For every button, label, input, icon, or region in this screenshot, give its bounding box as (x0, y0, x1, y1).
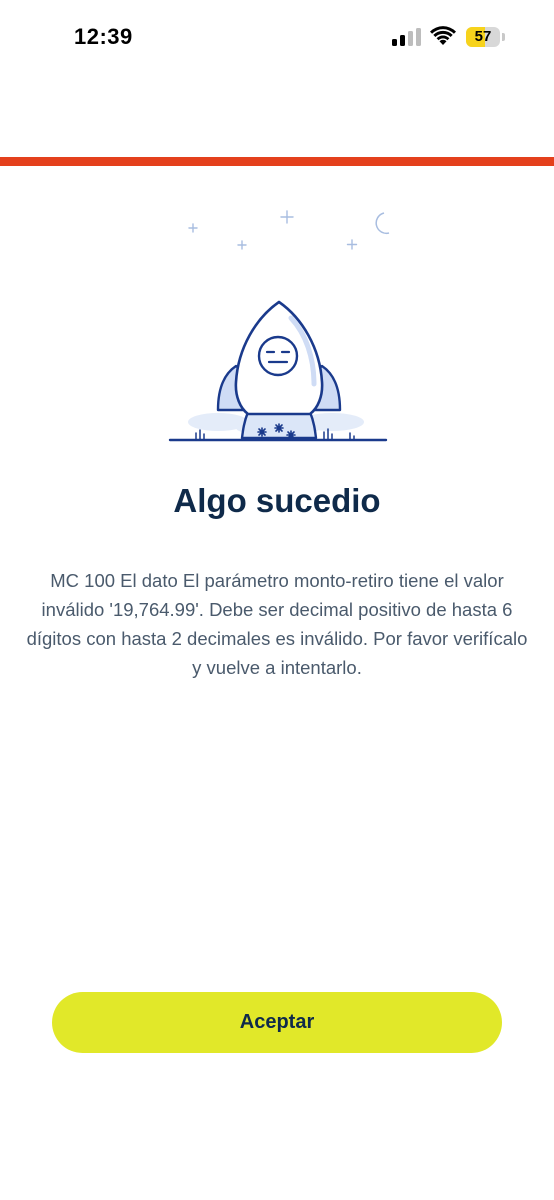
progress-accent-line (0, 157, 554, 166)
page-title: Algo sucedio (173, 482, 381, 519)
status-bar: 12:39 57 (0, 0, 554, 80)
cellular-signal-icon (392, 28, 421, 46)
status-time: 12:39 (74, 24, 133, 49)
wifi-icon (430, 26, 456, 45)
accept-button[interactable]: Aceptar (52, 992, 502, 1053)
moon-icon (375, 212, 390, 235)
battery-charging-icon: 57 (466, 27, 506, 47)
battery-percent: 57 (474, 28, 492, 45)
error-message: MC 100 El dato El parámetro monto-retiro… (26, 570, 528, 678)
stars-icon (188, 210, 358, 250)
rocket-illustration (168, 210, 390, 442)
